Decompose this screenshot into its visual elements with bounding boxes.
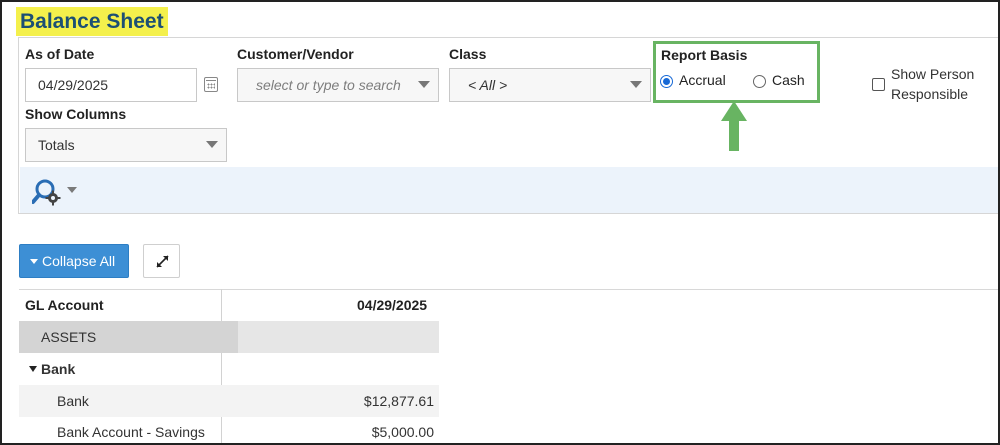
accrual-radio-label[interactable]: Accrual <box>679 72 726 88</box>
page-title: Balance Sheet <box>16 7 168 36</box>
caret-down-icon[interactable] <box>29 366 37 372</box>
show-person-label-line1: Show Person <box>891 66 975 82</box>
chevron-down-icon <box>206 141 218 148</box>
table-top-border <box>19 289 998 290</box>
row-name: Bank <box>57 393 89 409</box>
class-label: Class <box>449 46 487 62</box>
show-columns-select[interactable]: Totals <box>25 128 227 162</box>
table-row[interactable]: Bank Account - Savings $5,000.00 <box>19 416 439 443</box>
up-arrow-annotation-icon <box>721 101 747 151</box>
window-frame: Balance Sheet As of Date 04/29/2025 Cust… <box>0 0 1000 445</box>
chevron-down-icon[interactable] <box>67 187 77 193</box>
report-basis-highlight: Report Basis Accrual Cash <box>653 41 820 103</box>
row-amount: $12,877.61 <box>363 393 434 409</box>
class-select[interactable]: < All > <box>449 68 651 102</box>
show-person-label-line2: Responsible <box>891 86 969 102</box>
table-row[interactable]: Bank <box>19 353 439 385</box>
calendar-icon[interactable] <box>204 77 218 92</box>
row-amount: $5,000.00 <box>371 424 434 440</box>
collapse-all-label: Collapse All <box>42 253 116 269</box>
report-toolbar <box>20 167 998 213</box>
chevron-down-icon <box>630 81 642 88</box>
show-columns-value: Totals <box>38 137 75 153</box>
collapse-all-button[interactable]: Collapse All <box>19 244 129 278</box>
accrual-radio[interactable] <box>660 75 673 88</box>
column-header-gl-account: GL Account <box>25 297 104 313</box>
row-name: Bank <box>29 353 75 385</box>
customer-vendor-placeholder: select or type to search <box>256 77 401 93</box>
chevron-down-icon <box>418 81 430 88</box>
class-value: < All > <box>468 77 508 93</box>
caret-down-icon <box>30 259 38 264</box>
show-columns-label: Show Columns <box>25 106 127 122</box>
row-amount-cell <box>238 321 439 353</box>
as-of-date-input[interactable]: 04/29/2025 <box>25 68 197 102</box>
customer-vendor-label: Customer/Vendor <box>237 46 354 62</box>
report-basis-label: Report Basis <box>661 47 748 63</box>
as-of-date-value: 04/29/2025 <box>38 77 109 93</box>
column-header-date: 04/29/2025 <box>357 297 428 313</box>
row-name: Bank Account - Savings <box>57 424 205 440</box>
show-person-responsible-checkbox[interactable] <box>872 78 885 91</box>
table-row[interactable]: Bank $12,877.61 <box>19 385 439 417</box>
cash-radio[interactable] <box>753 75 766 88</box>
show-person-responsible-label[interactable]: Show Person Responsible <box>891 64 974 104</box>
row-name: ASSETS <box>41 329 97 345</box>
as-of-date-label: As of Date <box>25 46 95 62</box>
search-settings-icon[interactable] <box>32 178 64 206</box>
expand-button[interactable] <box>143 244 180 278</box>
row-group-label: Bank <box>41 361 76 377</box>
filter-panel: As of Date 04/29/2025 Customer/Vendor se… <box>18 37 998 214</box>
customer-vendor-select[interactable]: select or type to search <box>237 68 439 102</box>
table-row[interactable]: ASSETS <box>19 321 439 353</box>
expand-arrows-icon <box>156 255 169 268</box>
cash-radio-label[interactable]: Cash <box>772 72 805 88</box>
